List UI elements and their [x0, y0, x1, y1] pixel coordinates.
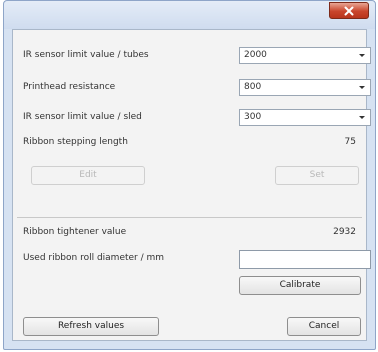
- edit-button[interactable]: Edit: [31, 166, 145, 185]
- chevron-down-icon: [359, 86, 365, 89]
- chevron-down-icon: [359, 116, 365, 119]
- title-bar: [4, 1, 375, 29]
- roll-diameter-label: Used ribbon roll diameter / mm: [23, 253, 165, 263]
- refresh-values-button[interactable]: Refresh values: [23, 317, 159, 336]
- row-ir-sensor-sled: IR sensor limit value / sled 300: [23, 108, 371, 128]
- printhead-resistance-label: Printhead resistance: [23, 82, 116, 92]
- calibrate-button[interactable]: Calibrate: [239, 276, 361, 295]
- ir-sensor-tubes-label: IR sensor limit value / tubes: [23, 50, 149, 60]
- dialog-content: IR sensor limit value / tubes 2000 Print…: [12, 29, 371, 341]
- ir-sensor-sled-select[interactable]: 300: [239, 109, 371, 126]
- divider: [17, 217, 362, 218]
- ir-sensor-tubes-select[interactable]: 2000: [239, 47, 371, 64]
- row-ribbon-tightener: Ribbon tightener value 2932: [23, 223, 356, 243]
- ribbon-tightener-value: 2932: [333, 227, 356, 237]
- row-roll-diameter: Used ribbon roll diameter / mm: [23, 249, 371, 269]
- chevron-down-icon: [359, 54, 365, 57]
- cancel-button[interactable]: Cancel: [287, 317, 361, 336]
- row-printhead-resistance: Printhead resistance 800: [23, 78, 371, 98]
- printhead-resistance-select[interactable]: 800: [239, 79, 371, 96]
- ribbon-stepping-value: 75: [344, 137, 356, 147]
- ir-sensor-sled-value: 300: [244, 112, 262, 122]
- settings-dialog: IR sensor limit value / tubes 2000 Print…: [3, 0, 376, 350]
- printhead-resistance-value: 800: [244, 82, 262, 92]
- roll-diameter-input[interactable]: [239, 250, 371, 269]
- ir-sensor-tubes-value: 2000: [244, 50, 267, 60]
- row-ir-sensor-tubes: IR sensor limit value / tubes 2000: [23, 46, 371, 66]
- close-icon: [344, 6, 354, 15]
- ir-sensor-sled-label: IR sensor limit value / sled: [23, 112, 142, 122]
- row-ribbon-stepping: Ribbon stepping length 75: [23, 133, 356, 153]
- ribbon-stepping-label: Ribbon stepping length: [23, 137, 128, 147]
- close-button[interactable]: [329, 2, 369, 19]
- set-button[interactable]: Set: [275, 166, 359, 185]
- ribbon-tightener-label: Ribbon tightener value: [23, 227, 127, 237]
